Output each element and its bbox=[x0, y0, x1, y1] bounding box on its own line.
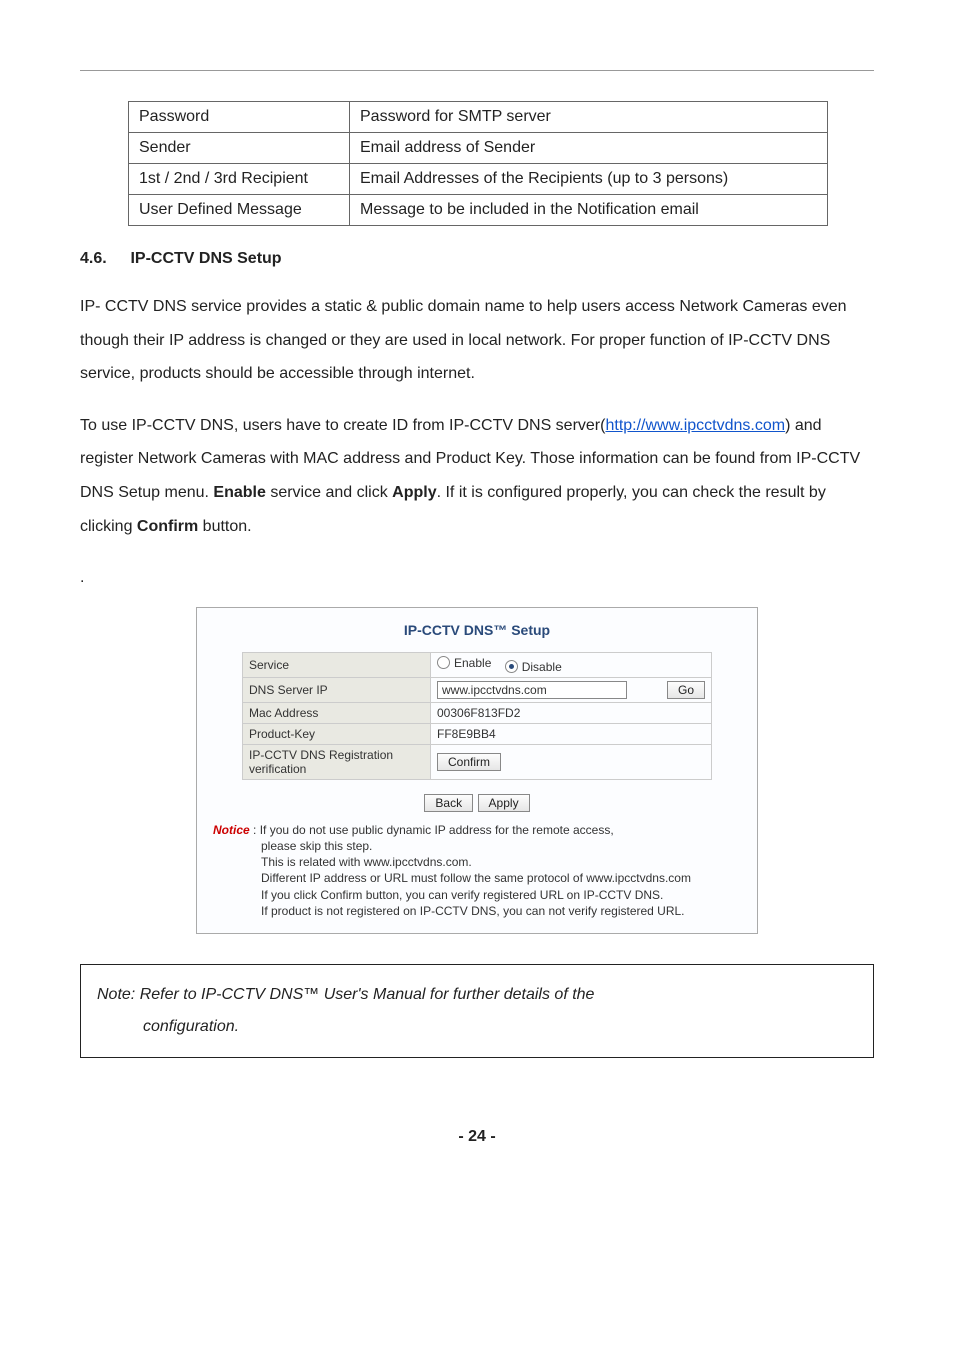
lone-dot: . bbox=[80, 561, 874, 595]
ipcctvdns-link[interactable]: http://www.ipcctvdns.com bbox=[605, 417, 785, 434]
dns-server-value-cell: www.ipcctvdns.com Go bbox=[431, 677, 712, 702]
apply-button[interactable]: Apply bbox=[478, 794, 530, 812]
enable-radio-label: Enable bbox=[454, 656, 491, 670]
ipcctvdns-setup-panel: IP-CCTV DNS™ Setup Service Enable Disabl… bbox=[196, 607, 758, 934]
note-box: Note: Refer to IP-CCTV DNS™ User's Manua… bbox=[80, 964, 874, 1058]
notice-block: Notice : If you do not use public dynami… bbox=[197, 822, 757, 923]
go-button[interactable]: Go bbox=[667, 681, 705, 699]
notice-line: If you do not use public dynamic IP addr… bbox=[260, 823, 614, 837]
disable-radio-label: Disable bbox=[522, 660, 562, 674]
text: service and click bbox=[266, 484, 392, 501]
field-key: Sender bbox=[129, 133, 350, 164]
radio-dot-icon bbox=[437, 656, 450, 669]
section-number: 4.6. bbox=[80, 250, 126, 268]
page-number: - 24 - bbox=[80, 1128, 874, 1146]
confirm-word: Confirm bbox=[137, 518, 198, 535]
notice-line: If product is not registered on IP-CCTV … bbox=[261, 903, 741, 919]
notice-line: please skip this step. bbox=[261, 838, 741, 854]
apply-word: Apply bbox=[392, 484, 436, 501]
text: button. bbox=[198, 518, 251, 535]
registration-verification-cell: Confirm bbox=[431, 744, 712, 779]
confirm-button[interactable]: Confirm bbox=[437, 753, 501, 771]
table-row: Service Enable Disable bbox=[243, 652, 712, 677]
field-key: 1st / 2nd / 3rd Recipient bbox=[129, 164, 350, 195]
table-row: 1st / 2nd / 3rd Recipient Email Addresse… bbox=[129, 164, 828, 195]
product-key-label: Product-Key bbox=[243, 723, 431, 744]
table-row: Sender Email address of Sender bbox=[129, 133, 828, 164]
registration-verification-label: IP-CCTV DNS Registration verification bbox=[243, 744, 431, 779]
paragraph-1: IP- CCTV DNS service provides a static &… bbox=[80, 290, 874, 391]
note-line-1: Note: Refer to IP-CCTV DNS™ User's Manua… bbox=[97, 979, 857, 1011]
panel-title: IP-CCTV DNS™ Setup bbox=[197, 622, 757, 638]
table-row: Password Password for SMTP server bbox=[129, 102, 828, 133]
notice-line: Different IP address or URL must follow … bbox=[261, 870, 741, 886]
product-key-value: FF8E9BB4 bbox=[431, 723, 712, 744]
table-row: User Defined Message Message to be inclu… bbox=[129, 195, 828, 226]
table-row: Product-Key FF8E9BB4 bbox=[243, 723, 712, 744]
text: To use IP-CCTV DNS, users have to create… bbox=[80, 417, 605, 434]
panel-button-row: Back Apply bbox=[197, 794, 757, 812]
radio-dot-icon bbox=[505, 660, 518, 673]
table-row: IP-CCTV DNS Registration verification Co… bbox=[243, 744, 712, 779]
notice-colon: : bbox=[250, 823, 260, 837]
field-key: User Defined Message bbox=[129, 195, 350, 226]
disable-radio[interactable]: Disable bbox=[505, 660, 562, 674]
enable-radio[interactable]: Enable bbox=[437, 656, 491, 670]
field-value: Message to be included in the Notificati… bbox=[350, 195, 828, 226]
mac-address-label: Mac Address bbox=[243, 702, 431, 723]
field-key: Password bbox=[129, 102, 350, 133]
config-table: Service Enable Disable DNS Server IP www… bbox=[242, 652, 712, 780]
document-page: Password Password for SMTP server Sender… bbox=[0, 0, 954, 1186]
notice-line: If you click Confirm button, you can ver… bbox=[261, 887, 741, 903]
paragraph-2: To use IP-CCTV DNS, users have to create… bbox=[80, 409, 874, 543]
table-row: Mac Address 00306F813FD2 bbox=[243, 702, 712, 723]
notice-line: This is related with www.ipcctvdns.com. bbox=[261, 854, 741, 870]
enable-word: Enable bbox=[213, 484, 265, 501]
field-value: Email address of Sender bbox=[350, 133, 828, 164]
note-line-2: configuration. bbox=[143, 1011, 857, 1043]
service-value-cell: Enable Disable bbox=[431, 652, 712, 677]
section-title: IP-CCTV DNS Setup bbox=[130, 250, 281, 267]
notice-label: Notice bbox=[213, 823, 250, 837]
service-label: Service bbox=[243, 652, 431, 677]
top-rule bbox=[80, 70, 874, 71]
back-button[interactable]: Back bbox=[424, 794, 473, 812]
field-value: Email Addresses of the Recipients (up to… bbox=[350, 164, 828, 195]
smtp-fields-table: Password Password for SMTP server Sender… bbox=[128, 101, 828, 226]
dns-server-label: DNS Server IP bbox=[243, 677, 431, 702]
mac-address-value: 00306F813FD2 bbox=[431, 702, 712, 723]
table-row: DNS Server IP www.ipcctvdns.com Go bbox=[243, 677, 712, 702]
dns-server-input[interactable]: www.ipcctvdns.com bbox=[437, 681, 627, 699]
field-value: Password for SMTP server bbox=[350, 102, 828, 133]
section-heading: 4.6. IP-CCTV DNS Setup bbox=[80, 250, 874, 268]
